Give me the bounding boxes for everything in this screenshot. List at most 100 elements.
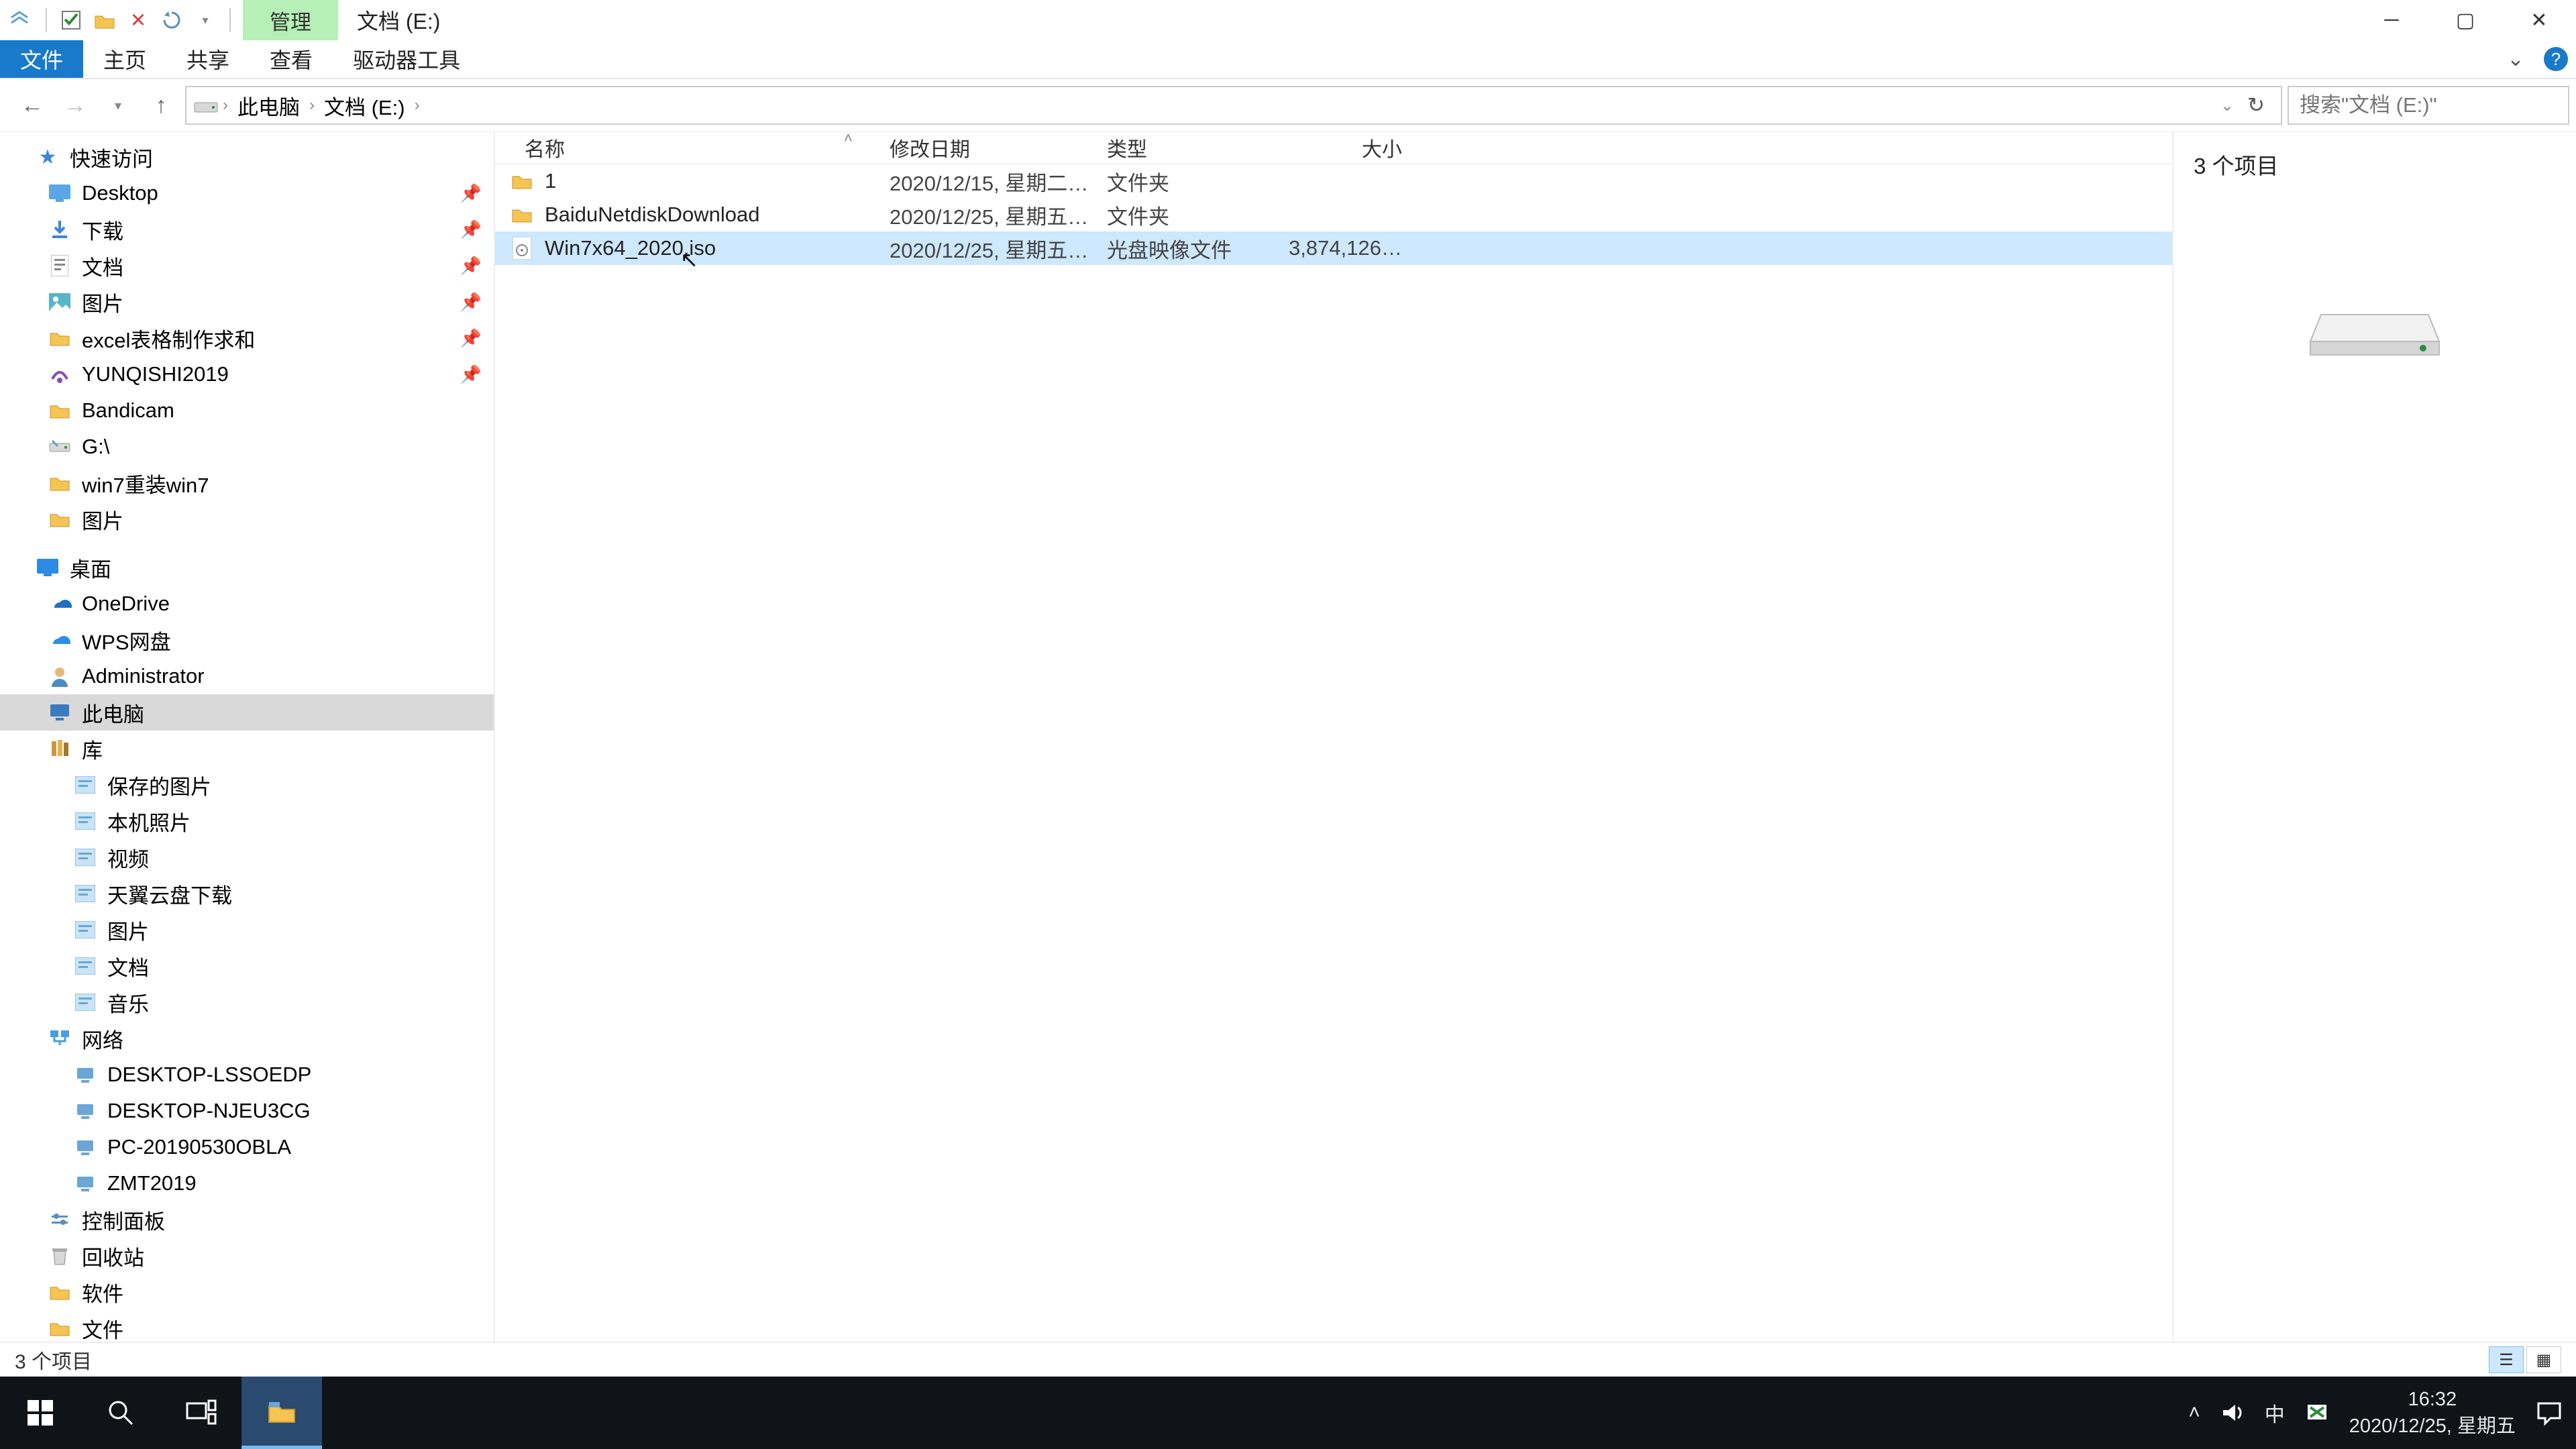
volume-icon[interactable] bbox=[2220, 1401, 2245, 1425]
tree-item[interactable]: YUNQISHI2019 📌 bbox=[0, 356, 494, 392]
search-input[interactable] bbox=[2300, 93, 2567, 117]
task-view-icon[interactable] bbox=[161, 1377, 241, 1449]
tree-item[interactable]: 下载 📌 bbox=[0, 211, 494, 248]
column-type[interactable]: 类型 bbox=[1107, 133, 1288, 162]
tree-item[interactable]: 图片 bbox=[0, 501, 494, 537]
tree-item[interactable]: DESKTOP-NJEU3CG bbox=[0, 1093, 494, 1129]
tree-item[interactable]: 图片 bbox=[0, 912, 494, 948]
up-button[interactable]: ↑ bbox=[142, 87, 180, 124]
back-button[interactable]: ← bbox=[13, 87, 51, 124]
tree-item-label: win7重装win7 bbox=[82, 468, 209, 498]
taskbar-explorer-icon[interactable] bbox=[241, 1377, 322, 1449]
tree-item[interactable]: 文件 bbox=[0, 1310, 494, 1342]
tree-item[interactable]: 本机照片 bbox=[0, 803, 494, 839]
star-icon: ★ bbox=[35, 144, 60, 170]
tree-item[interactable]: 音乐 bbox=[0, 984, 494, 1020]
address-bar[interactable]: › 此电脑 › 文档 (E:) › ⌄ ↻ bbox=[185, 86, 2282, 125]
qat-dropdown-icon[interactable]: ▾ bbox=[191, 5, 220, 35]
help-button[interactable]: ? bbox=[2536, 40, 2576, 78]
ribbon-expand-icon[interactable]: ⌄ bbox=[2496, 40, 2536, 78]
tree-network[interactable]: 网络 bbox=[0, 1020, 494, 1057]
chevron-right-icon[interactable]: › bbox=[223, 96, 228, 115]
tree-item[interactable]: WPS网盘 bbox=[0, 622, 494, 658]
tray-overflow-icon[interactable]: ˄ bbox=[2188, 1401, 2200, 1424]
taskbar-clock[interactable]: 16:32 2020/12/25, 星期五 bbox=[2349, 1386, 2516, 1440]
maximize-button[interactable]: ▢ bbox=[2428, 0, 2502, 40]
qat-undo-icon[interactable] bbox=[157, 5, 186, 35]
file-icon bbox=[508, 201, 535, 228]
file-row[interactable]: BaiduNetdiskDownload 2020/12/25, 星期五 1… … bbox=[495, 198, 2172, 231]
column-size[interactable]: 大小 bbox=[1288, 133, 1422, 162]
search-box[interactable]: 🔍 bbox=[2288, 86, 2569, 125]
tab-view[interactable]: 查看 bbox=[250, 40, 333, 78]
chevron-right-icon[interactable]: › bbox=[415, 96, 420, 115]
tree-item[interactable]: 天翼云盘下载 bbox=[0, 875, 494, 912]
recent-locations-icon[interactable]: ▾ bbox=[99, 87, 137, 124]
tree-item[interactable]: Administrator bbox=[0, 658, 494, 694]
minimize-button[interactable]: ─ bbox=[2355, 0, 2428, 40]
file-row[interactable]: Win7x64_2020.iso 2020/12/25, 星期五 1… 光盘映像… bbox=[495, 231, 2172, 265]
tree-item[interactable]: 库 bbox=[0, 731, 494, 767]
tree-item[interactable]: G:\ bbox=[0, 429, 494, 465]
tree-item[interactable]: PC-20190530OBLA bbox=[0, 1129, 494, 1165]
tab-drive-tools[interactable]: 驱动器工具 bbox=[333, 40, 480, 78]
column-date[interactable]: 修改日期 bbox=[890, 133, 1107, 162]
tray-app-icon[interactable] bbox=[2305, 1401, 2329, 1425]
file-rows[interactable]: 1 2020/12/15, 星期二 1… 文件夹 BaiduNetdiskDow… bbox=[495, 164, 2172, 1342]
tree-item[interactable]: win7重装win7 bbox=[0, 465, 494, 501]
computer-icon bbox=[72, 1134, 98, 1160]
tree-item[interactable]: 图片 📌 bbox=[0, 284, 494, 320]
ribbon-tabs: 文件 主页 共享 查看 驱动器工具 ⌄ ? bbox=[0, 40, 2576, 79]
chevron-right-icon[interactable]: › bbox=[309, 96, 315, 115]
tree-item[interactable]: 视频 bbox=[0, 839, 494, 875]
breadcrumb-item[interactable]: 此电脑 bbox=[232, 91, 305, 121]
tree-item[interactable]: ZMT2019 bbox=[0, 1165, 494, 1201]
start-button[interactable] bbox=[0, 1377, 80, 1449]
tree-item-label: 图片 bbox=[107, 915, 149, 945]
tree-item[interactable]: OneDrive bbox=[0, 586, 494, 622]
breadcrumb-item[interactable]: 文档 (E:) bbox=[319, 91, 411, 121]
navigation-tree[interactable]: ★ 快速访问 Desktop 📌 下载 📌 文档 📌 图片 📌 bbox=[0, 132, 495, 1342]
action-center-icon[interactable] bbox=[2536, 1399, 2563, 1426]
tree-item[interactable]: 文档 bbox=[0, 948, 494, 984]
tree-item-label: 文档 bbox=[107, 951, 149, 981]
tree-item-label: 软件 bbox=[82, 1277, 123, 1307]
column-name[interactable]: 名称 bbox=[495, 133, 890, 162]
address-dropdown-icon[interactable]: ⌄ bbox=[2220, 96, 2234, 115]
tab-share[interactable]: 共享 bbox=[166, 40, 250, 78]
file-name: Win7x64_2020.iso bbox=[545, 236, 890, 260]
tree-item-icon bbox=[47, 217, 72, 242]
qat-new-folder-icon[interactable] bbox=[90, 5, 119, 35]
close-button[interactable]: ✕ bbox=[2502, 0, 2576, 40]
ribbon-contextual-tab[interactable]: 管理 bbox=[243, 0, 338, 40]
tree-item[interactable]: 保存的图片 bbox=[0, 767, 494, 803]
tree-item[interactable]: 文档 📌 bbox=[0, 248, 494, 284]
taskbar[interactable]: ˄ 中 16:32 2020/12/25, 星期五 bbox=[0, 1377, 2576, 1449]
tree-item-label: 此电脑 bbox=[82, 698, 144, 728]
tree-quick-access[interactable]: ★ 快速访问 bbox=[0, 139, 494, 175]
file-row[interactable]: 1 2020/12/15, 星期二 1… 文件夹 bbox=[495, 164, 2172, 198]
view-details-button[interactable]: ☰ bbox=[2489, 1346, 2524, 1373]
forward-button[interactable]: → bbox=[56, 87, 94, 124]
refresh-icon[interactable]: ↻ bbox=[2238, 93, 2274, 117]
tree-item[interactable]: Bandicam bbox=[0, 392, 494, 429]
tree-item[interactable]: excel表格制作求和 📌 bbox=[0, 320, 494, 356]
qat-properties-icon[interactable] bbox=[56, 5, 86, 35]
tree-item[interactable]: Desktop 📌 bbox=[0, 175, 494, 211]
tree-item[interactable]: DESKTOP-LSSOEDP bbox=[0, 1057, 494, 1093]
tree-item[interactable]: 软件 bbox=[0, 1274, 494, 1310]
tree-item-label: 回收站 bbox=[82, 1241, 144, 1271]
tree-desktop[interactable]: 桌面 bbox=[0, 549, 494, 586]
view-large-icons-button[interactable]: ▦ bbox=[2526, 1346, 2561, 1373]
file-date: 2020/12/25, 星期五 1… bbox=[890, 200, 1107, 230]
tree-item[interactable]: 控制面板 bbox=[0, 1201, 494, 1238]
library-item-icon bbox=[72, 845, 98, 870]
ime-indicator[interactable]: 中 bbox=[2265, 1398, 2285, 1428]
tab-home[interactable]: 主页 bbox=[83, 40, 166, 78]
qat-delete-icon[interactable]: × bbox=[123, 5, 153, 35]
taskbar-search-icon[interactable] bbox=[80, 1377, 161, 1449]
address-bar-row: ← → ▾ ↑ › 此电脑 › 文档 (E:) › ⌄ ↻ 🔍 bbox=[0, 79, 2576, 131]
tab-file[interactable]: 文件 bbox=[0, 40, 83, 78]
tree-item[interactable]: 此电脑 bbox=[0, 694, 494, 731]
tree-item[interactable]: 回收站 bbox=[0, 1238, 494, 1274]
